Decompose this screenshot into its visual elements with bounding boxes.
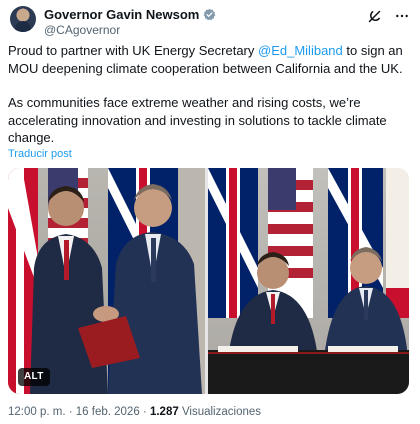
handshake-photo-art [8,168,205,394]
verified-badge-icon [204,8,216,20]
author-handle[interactable]: @CAgovernor [44,23,216,37]
tweet: Governor Gavin Newsom @CAgovernor Proud … [0,0,420,424]
meta-separator: · [65,406,76,418]
author-block: Governor Gavin Newsom @CAgovernor [44,6,216,37]
grok-icon[interactable] [366,8,382,24]
header-actions [366,8,410,24]
tweet-date[interactable]: 16 feb. 2026 [76,406,140,418]
mention-link[interactable]: @Ed_Miliband [258,43,343,58]
translate-post-link[interactable]: Traducir post [8,148,72,160]
tweet-paragraph-1: Proud to partner with UK Energy Secretar… [8,42,412,77]
signing-photo-art [208,168,409,394]
avatar[interactable] [10,6,36,32]
tweet-header: Governor Gavin Newsom @CAgovernor [10,6,410,37]
tweet-text-segment: Proud to partner with UK Energy Secretar… [8,43,259,58]
views-label: Visualizaciones [178,406,262,418]
author-display-name[interactable]: Governor Gavin Newsom [44,7,199,22]
signing-photo[interactable] [208,168,409,394]
alt-badge[interactable]: ALT [18,368,50,386]
meta-separator: · [139,406,150,418]
views-count: 1.287 [149,406,179,418]
handshake-photo[interactable]: ALT [8,168,205,394]
media-grid: ALT [8,168,409,394]
more-icon[interactable] [394,8,410,24]
tweet-time[interactable]: 12:00 p. m. [8,406,66,418]
tweet-paragraph-2: As communities face extreme weather and … [8,95,387,145]
tweet-meta: 12:00 p. m. · 16 feb. 2026 · 1.287 Visua… [8,406,261,418]
author-name-row: Governor Gavin Newsom [44,6,216,22]
tweet-text: Proud to partner with UK Energy Secretar… [8,42,412,147]
